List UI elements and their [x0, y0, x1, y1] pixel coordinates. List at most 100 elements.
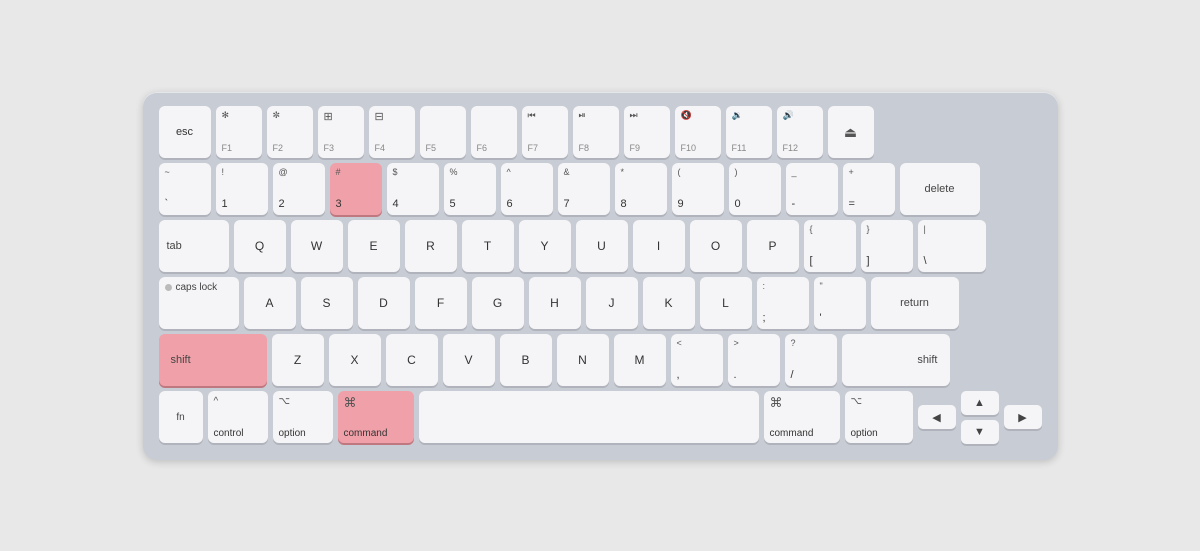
key-p[interactable]: P [747, 220, 799, 272]
key-x[interactable]: X [329, 334, 381, 386]
key-f-label: F [437, 296, 444, 310]
key-equals[interactable]: + = [843, 163, 895, 215]
key-f8[interactable]: ⏯ F8 [573, 106, 619, 158]
key-f1[interactable]: ✻ F1 [216, 106, 262, 158]
key-f12[interactable]: 🔊 F12 [777, 106, 823, 158]
key-arrow-up[interactable]: ▲ [961, 391, 999, 415]
key-option-right[interactable]: ⌥ option [845, 391, 913, 443]
key-v[interactable]: V [443, 334, 495, 386]
key-arrow-left[interactable]: ◀ [918, 405, 956, 429]
key-4[interactable]: $ 4 [387, 163, 439, 215]
key-f8-label: F8 [579, 144, 590, 154]
key-c[interactable]: C [386, 334, 438, 386]
key-g-label: G [493, 296, 502, 310]
key-quote[interactable]: " ' [814, 277, 866, 329]
key-backslash[interactable]: | \ [918, 220, 986, 272]
key-esc[interactable]: esc [159, 106, 211, 158]
key-s[interactable]: S [301, 277, 353, 329]
key-0-bottom: 0 [735, 198, 741, 210]
key-return[interactable]: return [871, 277, 959, 329]
key-b[interactable]: B [500, 334, 552, 386]
key-backtick[interactable]: ~ ` [159, 163, 211, 215]
key-w[interactable]: W [291, 220, 343, 272]
key-slash-bottom: / [791, 369, 794, 381]
key-comma[interactable]: < , [671, 334, 723, 386]
key-option-left[interactable]: ⌥ option [273, 391, 333, 443]
key-0[interactable]: ) 0 [729, 163, 781, 215]
key-5[interactable]: % 5 [444, 163, 496, 215]
key-f12-icon: 🔊 [783, 111, 817, 121]
key-lbracket[interactable]: { [ [804, 220, 856, 272]
key-7-bottom: 7 [564, 198, 570, 210]
key-fn[interactable]: fn [159, 391, 203, 443]
key-arrow-down[interactable]: ▼ [961, 420, 999, 444]
key-h[interactable]: H [529, 277, 581, 329]
key-eject[interactable]: ⏏ [828, 106, 874, 158]
key-f12-label: F12 [783, 144, 799, 154]
key-backtick-top: ~ [165, 168, 205, 178]
key-3[interactable]: # 3 [330, 163, 382, 215]
asdf-row: caps lock A S D F G [159, 277, 1042, 329]
key-period[interactable]: > . [728, 334, 780, 386]
key-f2-icon: ✼ [273, 111, 307, 121]
key-7[interactable]: & 7 [558, 163, 610, 215]
key-6[interactable]: ^ 6 [501, 163, 553, 215]
key-capslock[interactable]: caps lock [159, 277, 239, 329]
key-control[interactable]: ^ control [208, 391, 268, 443]
key-arrow-right[interactable]: ▶ [1004, 405, 1042, 429]
key-r[interactable]: R [405, 220, 457, 272]
key-a[interactable]: A [244, 277, 296, 329]
key-n[interactable]: N [557, 334, 609, 386]
key-f5[interactable]: F5 [420, 106, 466, 158]
key-command-right[interactable]: ⌘ command [764, 391, 840, 443]
key-tab[interactable]: tab [159, 220, 229, 272]
key-1[interactable]: ! 1 [216, 163, 268, 215]
key-e[interactable]: E [348, 220, 400, 272]
key-f6[interactable]: F6 [471, 106, 517, 158]
key-j[interactable]: J [586, 277, 638, 329]
key-u[interactable]: U [576, 220, 628, 272]
zxcv-row: shift Z X C V B [159, 334, 1042, 386]
key-minus[interactable]: _ - [786, 163, 838, 215]
key-g[interactable]: G [472, 277, 524, 329]
key-semicolon[interactable]: : ; [757, 277, 809, 329]
key-z[interactable]: Z [272, 334, 324, 386]
key-quote-bottom: ' [820, 312, 822, 324]
key-k[interactable]: K [643, 277, 695, 329]
key-m[interactable]: M [614, 334, 666, 386]
key-f3[interactable]: ⊞ F3 [318, 106, 364, 158]
key-f[interactable]: F [415, 277, 467, 329]
key-f4-icon: ⊟ [375, 111, 409, 123]
key-f7[interactable]: ⏮ F7 [522, 106, 568, 158]
key-option-right-top: ⌥ [851, 396, 907, 407]
key-t[interactable]: T [462, 220, 514, 272]
key-command-right-top: ⌘ [770, 396, 834, 410]
key-shift-right[interactable]: shift [842, 334, 950, 386]
arrow-down-icon: ▼ [974, 426, 985, 438]
key-o[interactable]: O [690, 220, 742, 272]
key-y[interactable]: Y [519, 220, 571, 272]
key-i[interactable]: I [633, 220, 685, 272]
key-8[interactable]: * 8 [615, 163, 667, 215]
key-d[interactable]: D [358, 277, 410, 329]
key-f2[interactable]: ✼ F2 [267, 106, 313, 158]
key-h-label: H [550, 296, 559, 310]
key-f10[interactable]: 🔇 F10 [675, 106, 721, 158]
key-semicolon-bottom: ; [763, 312, 766, 324]
key-l[interactable]: L [700, 277, 752, 329]
key-space[interactable] [419, 391, 759, 443]
key-rbracket[interactable]: } ] [861, 220, 913, 272]
key-7-top: & [564, 168, 604, 178]
key-9[interactable]: ( 9 [672, 163, 724, 215]
key-slash[interactable]: ? / [785, 334, 837, 386]
key-eject-icon: ⏏ [844, 124, 857, 141]
key-shift-left[interactable]: shift [159, 334, 267, 386]
key-comma-bottom: , [677, 369, 680, 381]
key-f11[interactable]: 🔉 F11 [726, 106, 772, 158]
key-2[interactable]: @ 2 [273, 163, 325, 215]
key-f9[interactable]: ⏭ F9 [624, 106, 670, 158]
key-f4[interactable]: ⊟ F4 [369, 106, 415, 158]
key-q[interactable]: Q [234, 220, 286, 272]
key-delete[interactable]: delete [900, 163, 980, 215]
key-command-left[interactable]: ⌘ command [338, 391, 414, 443]
